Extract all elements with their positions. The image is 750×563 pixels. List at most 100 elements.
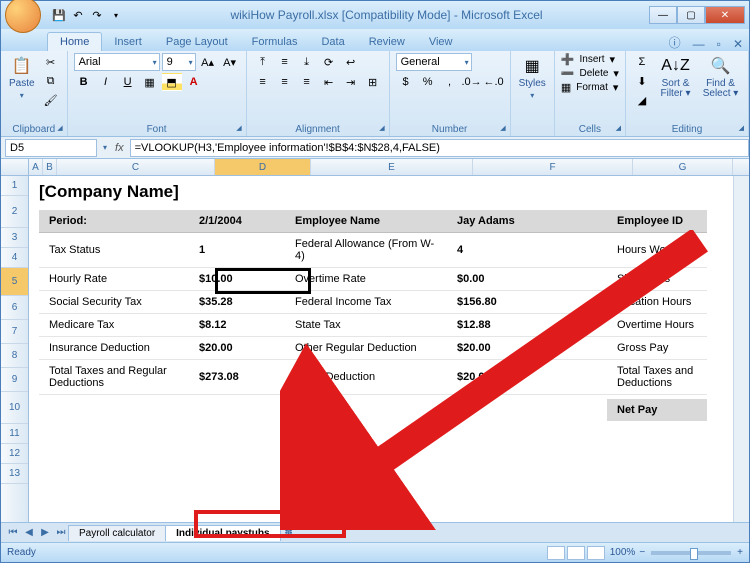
fill-color-button[interactable]: ⬒ — [162, 73, 182, 91]
format-button[interactable]: ▦Format▾ — [561, 81, 619, 94]
zoom-out-icon[interactable]: − — [639, 547, 645, 558]
tab-insert[interactable]: Insert — [102, 33, 154, 51]
align-middle-icon[interactable]: ≡ — [275, 53, 295, 71]
cell[interactable]: Insurance Deduction — [39, 337, 189, 360]
rowhead[interactable]: 11 — [1, 424, 28, 444]
comma-icon[interactable]: , — [440, 73, 460, 91]
shrink-font-icon[interactable]: A▾ — [220, 53, 240, 71]
rowhead[interactable]: 13 — [1, 464, 28, 484]
autosum-icon[interactable]: Σ — [632, 53, 652, 71]
styles-button[interactable]: ▦ Styles ▾ — [517, 53, 548, 102]
cell[interactable]: State Tax — [285, 314, 447, 337]
page-layout-view-icon[interactable] — [567, 546, 585, 560]
redo-icon[interactable]: ↷ — [89, 7, 105, 23]
vertical-scrollbar[interactable] — [733, 176, 749, 522]
find-select-button[interactable]: 🔍 Find & Select ▾ — [699, 53, 742, 101]
zoom-slider[interactable] — [651, 551, 731, 555]
cell[interactable]: Hours Worked — [607, 233, 707, 268]
number-format-combo[interactable]: General — [396, 53, 472, 71]
format-painter-icon[interactable]: 🖌 — [41, 91, 61, 109]
cell[interactable]: Vacation Hours — [607, 291, 707, 314]
cell[interactable]: $20.00 — [447, 337, 607, 360]
tab-formulas[interactable]: Formulas — [240, 33, 310, 51]
sort-filter-button[interactable]: A↓Z Sort & Filter ▾ — [656, 53, 695, 101]
cell[interactable]: Total Taxes and Regular Deductions — [39, 360, 189, 395]
merge-button[interactable]: ⊞ — [363, 73, 383, 91]
namebox-dropdown-icon[interactable]: ▾ — [101, 143, 109, 152]
close-button[interactable]: ✕ — [705, 6, 745, 24]
name-box[interactable]: D5 — [5, 139, 97, 157]
cell[interactable]: Medicare Tax — [39, 314, 189, 337]
underline-button[interactable]: U — [118, 73, 138, 91]
wrap-text-button[interactable]: ↩ — [341, 53, 361, 71]
cell[interactable]: Sick Hours — [607, 268, 707, 291]
cell[interactable]: $8.12 — [189, 314, 285, 337]
tab-review[interactable]: Review — [357, 33, 417, 51]
font-color-button[interactable]: A — [184, 73, 204, 91]
undo-icon[interactable]: ↶ — [70, 7, 86, 23]
cut-icon[interactable]: ✂ — [41, 53, 61, 71]
tab-view[interactable]: View — [417, 33, 465, 51]
rowhead[interactable]: 5 — [1, 268, 28, 296]
rowhead[interactable]: 7 — [1, 320, 28, 344]
qat-dropdown-icon[interactable]: ▾ — [108, 7, 124, 23]
rowhead[interactable]: 1 — [1, 176, 28, 196]
sheet-tab-paystubs[interactable]: Individual paystubs — [165, 525, 280, 541]
rowhead[interactable]: 4 — [1, 248, 28, 268]
percent-icon[interactable]: % — [418, 73, 438, 91]
tab-data[interactable]: Data — [309, 33, 356, 51]
tab-home[interactable]: Home — [47, 32, 102, 51]
decrease-indent-icon[interactable]: ⇤ — [319, 73, 339, 91]
tab-page-layout[interactable]: Page Layout — [154, 33, 240, 51]
fill-icon[interactable]: ⬇ — [632, 72, 652, 90]
cell[interactable]: Gross Pay — [607, 337, 707, 360]
help-icon[interactable]: ⓘ — [663, 34, 687, 51]
cell[interactable]: $35.28 — [189, 291, 285, 314]
decrease-decimal-icon[interactable]: ←.0 — [484, 73, 504, 91]
cell[interactable]: $20.00 — [189, 337, 285, 360]
colhead-b[interactable]: B — [43, 159, 57, 175]
insert-button[interactable]: ➕Insert▾ — [561, 53, 615, 66]
cell[interactable]: Other Deduction — [285, 360, 447, 395]
rowhead[interactable]: 2 — [1, 196, 28, 228]
cell[interactable]: Other Regular Deduction — [285, 337, 447, 360]
cell[interactable]: $20.00 — [447, 360, 607, 395]
colhead-c[interactable]: C — [57, 159, 215, 175]
border-button[interactable]: ▦ — [140, 73, 160, 91]
doc-restore-icon[interactable]: ▫ — [711, 37, 727, 51]
save-icon[interactable]: 💾 — [51, 7, 67, 23]
font-name-combo[interactable]: Arial — [74, 53, 160, 71]
doc-close-icon[interactable]: ✕ — [727, 37, 749, 51]
fx-icon[interactable]: fx — [109, 142, 130, 154]
cell[interactable]: $273.08 — [189, 360, 285, 395]
cells-area[interactable]: [Company Name] Period: 2/1/2004 Employee… — [29, 176, 733, 522]
tab-nav-next-icon[interactable]: ▶ — [37, 527, 53, 538]
increase-indent-icon[interactable]: ⇥ — [341, 73, 361, 91]
tab-nav-last-icon[interactable]: ⏭ — [53, 527, 69, 538]
orientation-icon[interactable]: ⟳ — [319, 53, 339, 71]
page-break-view-icon[interactable] — [587, 546, 605, 560]
rowhead[interactable]: 9 — [1, 368, 28, 392]
maximize-button[interactable]: ▢ — [677, 6, 705, 24]
colhead-f[interactable]: F — [473, 159, 633, 175]
normal-view-icon[interactable] — [547, 546, 565, 560]
tab-nav-first-icon[interactable]: ⏮ — [5, 527, 21, 538]
minimize-button[interactable]: — — [649, 6, 677, 24]
cell[interactable]: 4 — [447, 233, 607, 268]
formula-input[interactable]: =VLOOKUP(H3,'Employee information'!$B$4:… — [130, 139, 749, 157]
rowhead[interactable]: 12 — [1, 444, 28, 464]
cell[interactable]: $0.00 — [447, 268, 607, 291]
rowhead[interactable]: 10 — [1, 392, 28, 424]
cell[interactable]: $10.00 — [189, 268, 285, 291]
cell[interactable]: Federal Income Tax — [285, 291, 447, 314]
colhead-g[interactable]: G — [633, 159, 733, 175]
colhead-a[interactable]: A — [29, 159, 43, 175]
font-size-combo[interactable]: 9 — [162, 53, 196, 71]
rowhead[interactable]: 6 — [1, 296, 28, 320]
align-left-icon[interactable]: ≡ — [253, 73, 273, 91]
worksheet[interactable]: A B C D E F G 1 2 3 4 5 6 7 8 9 10 11 12… — [1, 159, 749, 522]
clear-icon[interactable]: ◢ — [632, 91, 652, 109]
align-center-icon[interactable]: ≡ — [275, 73, 295, 91]
align-right-icon[interactable]: ≡ — [297, 73, 317, 91]
copy-icon[interactable]: ⧉ — [41, 72, 61, 90]
